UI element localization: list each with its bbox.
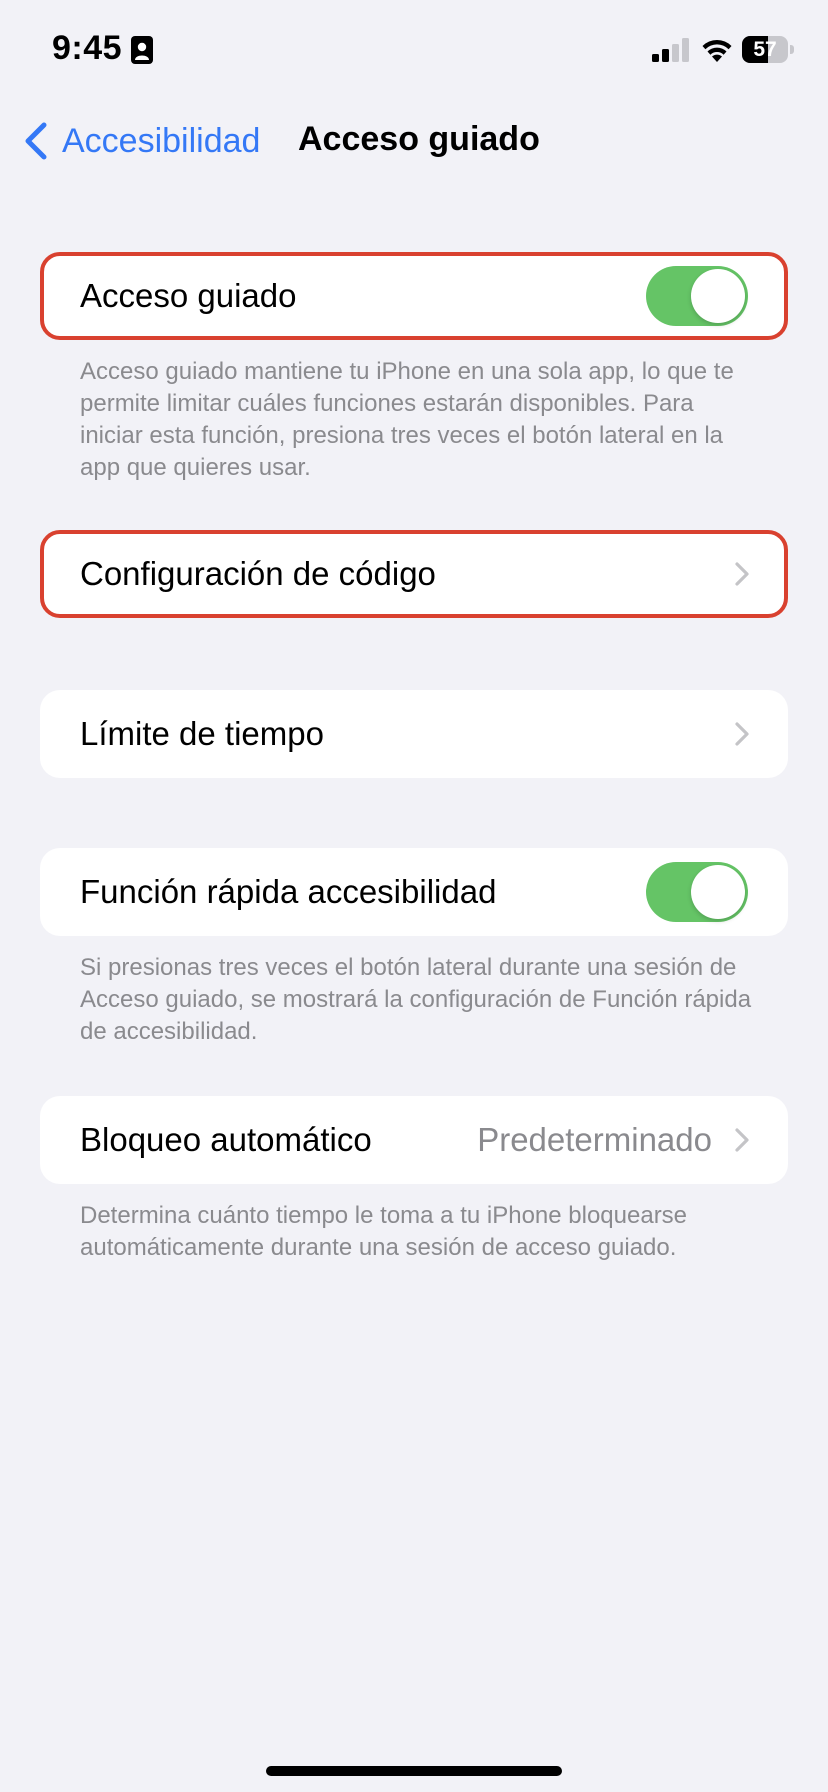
page-title: Acceso guiado: [298, 120, 540, 158]
battery-level: 57: [753, 38, 777, 61]
guided-access-cell: Acceso guiado: [40, 252, 788, 340]
accessibility-shortcut-cell: Función rápida accesibilidad: [40, 848, 788, 936]
status-bar: 9:45 57: [0, 0, 828, 100]
chevron-right-icon: [735, 722, 749, 746]
passcode-settings-label: Configuración de código: [80, 555, 436, 592]
auto-lock-label: Bloqueo automático: [80, 1121, 372, 1158]
chevron-right-icon: [735, 1128, 749, 1152]
auto-lock-cell[interactable]: Bloqueo automático Predeterminado: [40, 1096, 788, 1184]
toggle-knob: [691, 269, 745, 323]
guided-access-label: Acceso guiado: [80, 277, 297, 314]
guided-access-footer: Acceso guiado mantiene tu iPhone en una …: [80, 358, 734, 481]
status-time: 9:45: [52, 29, 123, 67]
time-limit-cell[interactable]: Límite de tiempo: [40, 690, 788, 778]
cellular-signal-icon: [652, 38, 689, 62]
auto-lock-footer: Determina cuánto tiempo le toma a tu iPh…: [80, 1202, 688, 1261]
auto-lock-value: Predeterminado: [477, 1121, 712, 1158]
passcode-settings-cell[interactable]: Configuración de código: [40, 530, 788, 618]
home-indicator[interactable]: [266, 1766, 562, 1776]
accessibility-shortcut-toggle[interactable]: [646, 862, 748, 922]
chevron-right-icon: [735, 562, 749, 586]
toggle-knob: [691, 865, 745, 919]
accessibility-shortcut-label: Función rápida accesibilidad: [80, 873, 497, 910]
chevron-left-icon: [25, 122, 47, 160]
focus-person-icon: [131, 36, 153, 64]
time-limit-label: Límite de tiempo: [80, 715, 324, 752]
accessibility-shortcut-footer: Si presionas tres veces el botón lateral…: [80, 954, 752, 1045]
battery-icon: 57: [742, 36, 794, 63]
back-button[interactable]: Accesibilidad: [22, 118, 260, 164]
back-button-label: Accesibilidad: [62, 121, 261, 160]
guided-access-toggle[interactable]: [646, 266, 748, 326]
wifi-icon: [702, 39, 732, 62]
